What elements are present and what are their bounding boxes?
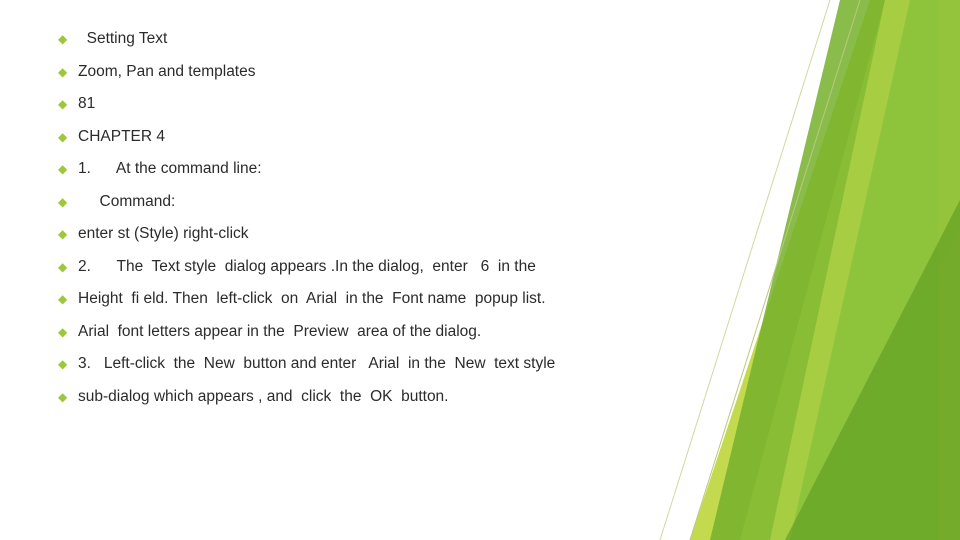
list-item-text: 1. At the command line:	[78, 160, 262, 177]
list-item: ◆ Zoom, Pan and templates	[52, 61, 712, 83]
list-item: ◆ enter st (Style) right-click	[52, 223, 712, 245]
bullet-diamond-icon: ◆	[58, 194, 68, 209]
bullet-diamond-icon: ◆	[58, 129, 68, 144]
list-item-text: Setting Text	[78, 30, 168, 47]
bullet-diamond-icon: ◆	[58, 324, 68, 339]
bullet-diamond-icon: ◆	[58, 357, 68, 371]
bullet-diamond-icon: ◆	[58, 32, 68, 46]
list-item-text: 3. Left-click the New button and enter A…	[78, 355, 556, 372]
bullet-list: ◆ Setting Text ◆ Zoom, Pan and templates…	[52, 28, 712, 418]
bullet-diamond-icon: ◆	[58, 389, 68, 404]
bullet-diamond-icon: ◆	[58, 97, 68, 111]
list-item: ◆ Arial font letters appear in the Previ…	[52, 321, 712, 343]
list-item: ◆ sub-dialog which appears , and click t…	[52, 386, 712, 408]
list-item: ◆ 81	[52, 93, 712, 115]
list-item-text: Command:	[78, 192, 176, 210]
bullet-diamond-icon: ◆	[58, 162, 68, 176]
list-item: ◆ 1. At the command line:	[52, 158, 712, 180]
list-item: ◆ 2. The Text style dialog appears .In t…	[52, 256, 712, 278]
bullet-diamond-icon: ◆	[58, 292, 68, 306]
slide: ◆ Setting Text ◆ Zoom, Pan and templates…	[0, 0, 960, 540]
list-item: ◆ Command:	[52, 191, 712, 213]
list-item-text: Zoom, Pan and templates	[78, 62, 256, 80]
list-item: ◆ CHAPTER 4	[52, 126, 712, 148]
list-item-text: Height fi eld. Then left-click on Arial …	[78, 290, 546, 307]
list-item: ◆ 3. Left-click the New button and enter…	[52, 353, 712, 375]
list-item: ◆ Setting Text	[52, 28, 712, 50]
list-item-text: 81	[78, 95, 96, 112]
list-item-text: enter st (Style) right-click	[78, 225, 249, 242]
list-item-text: 2. The Text style dialog appears .In the…	[78, 257, 536, 275]
bullet-diamond-icon: ◆	[58, 227, 68, 241]
list-item-text: CHAPTER 4	[78, 127, 165, 145]
bullet-diamond-icon: ◆	[58, 64, 68, 79]
bullet-diamond-icon: ◆	[58, 259, 68, 274]
list-item: ◆ Height fi eld. Then left-click on Aria…	[52, 288, 712, 310]
list-item-text: Arial font letters appear in the Preview…	[78, 322, 482, 340]
list-item-text: sub-dialog which appears , and click the…	[78, 387, 449, 405]
